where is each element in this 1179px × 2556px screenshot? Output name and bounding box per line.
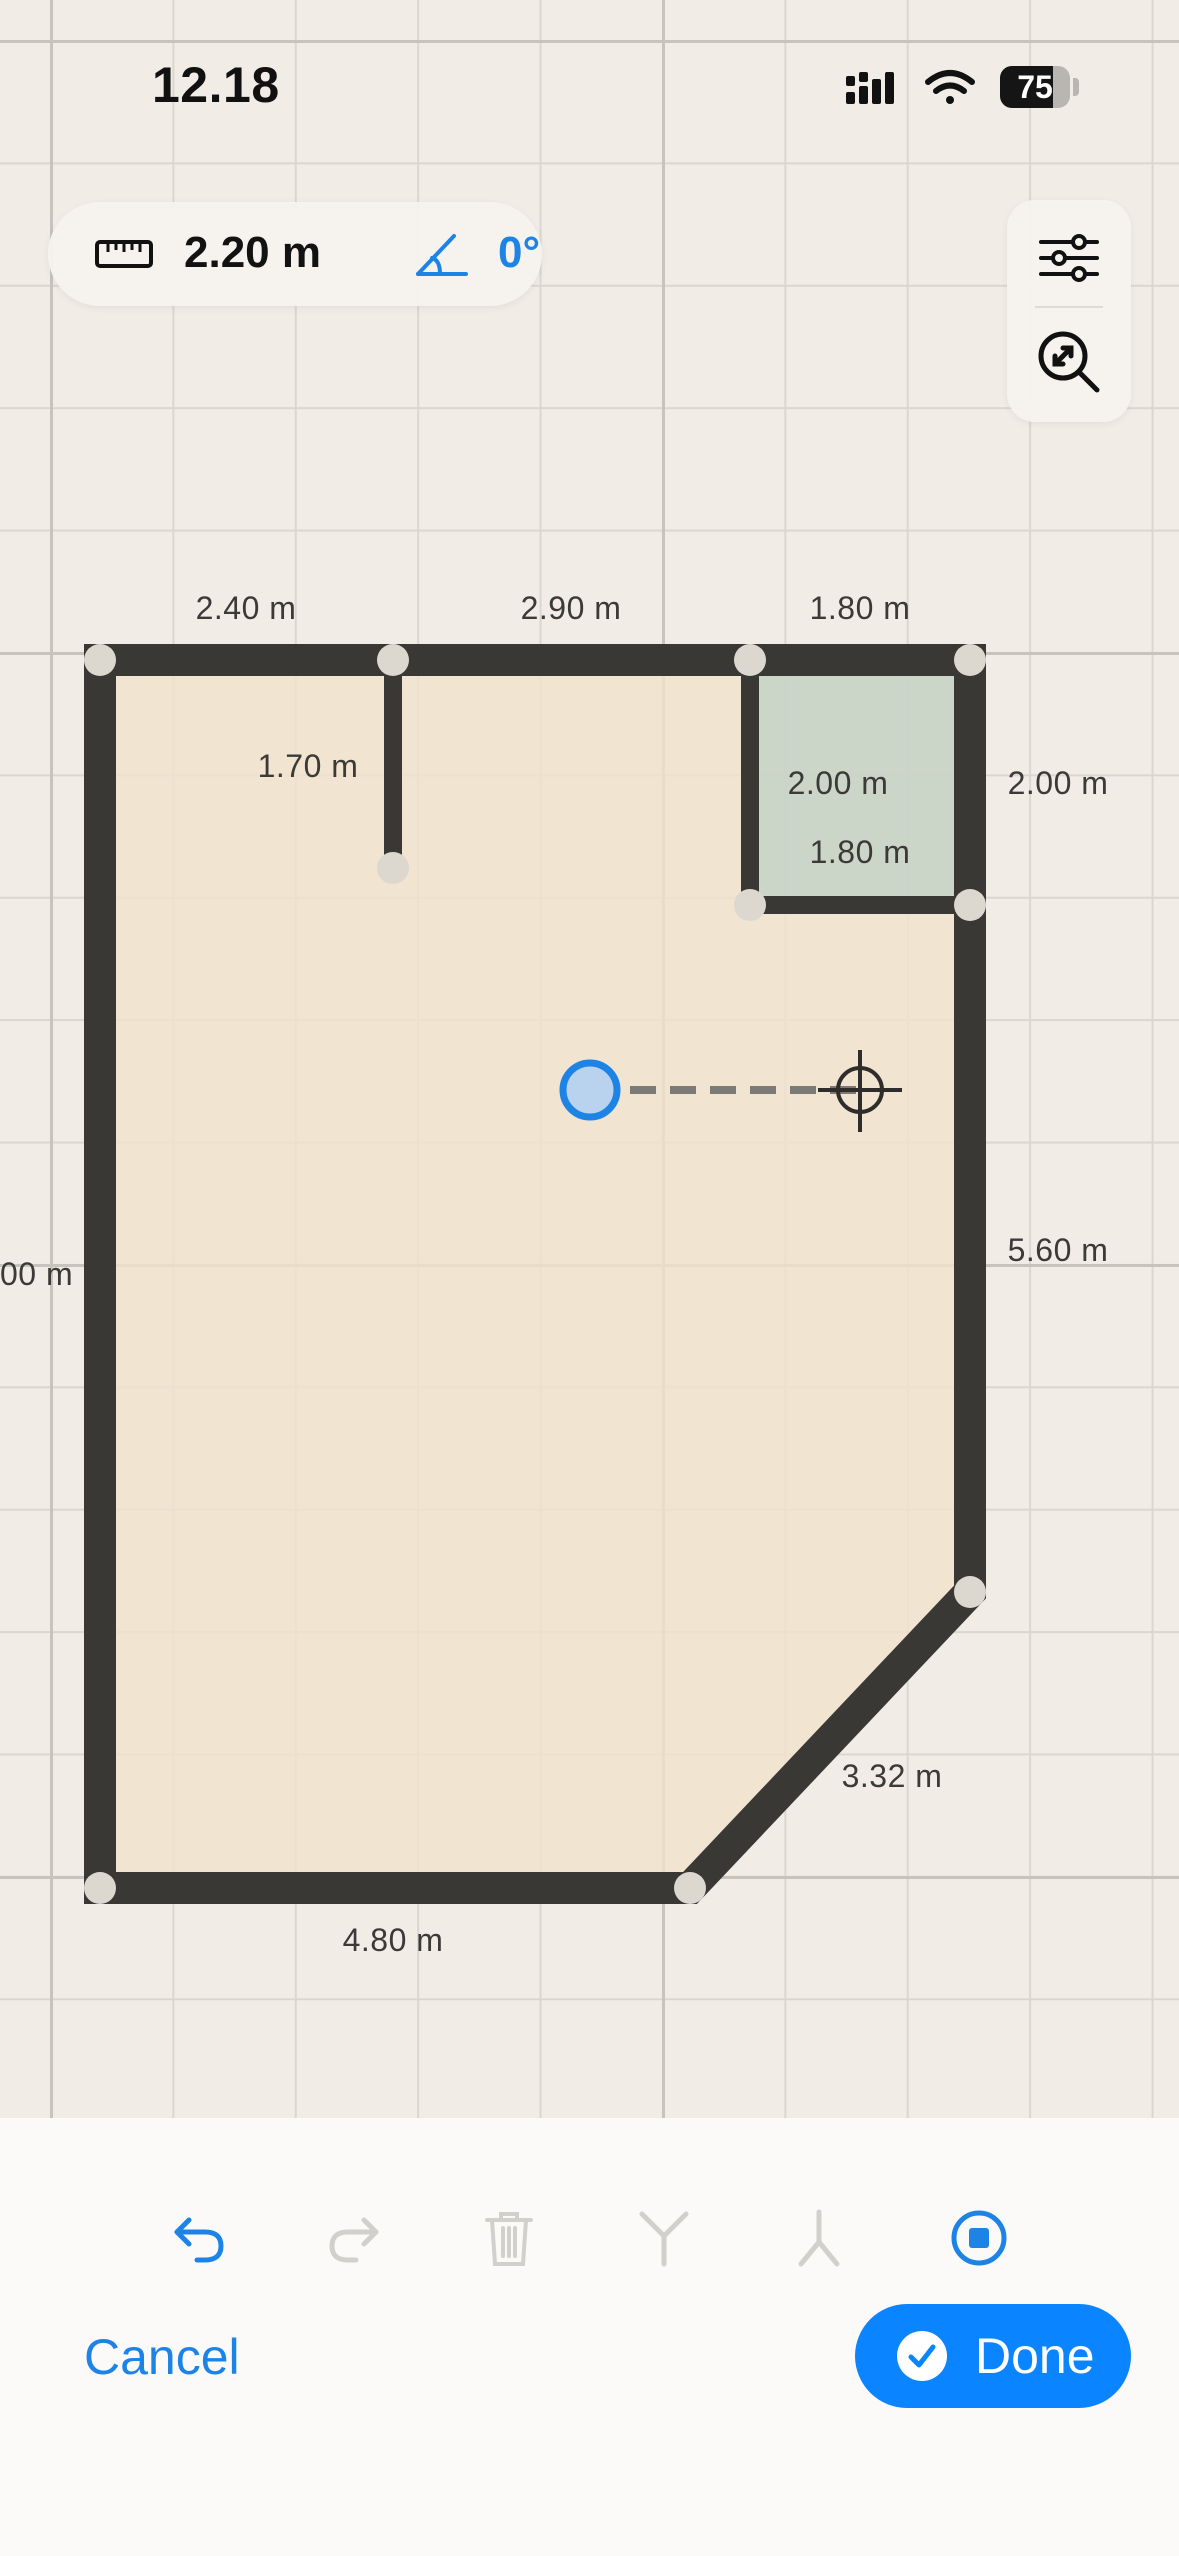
zoom-to-fit-icon[interactable] xyxy=(1029,322,1109,402)
wall-node[interactable] xyxy=(84,644,116,676)
dimension-label: 5.60 m xyxy=(1007,1232,1109,1268)
cancel-button[interactable]: Cancel xyxy=(84,2322,240,2392)
wall-node[interactable] xyxy=(377,852,409,884)
wall-node[interactable] xyxy=(734,644,766,676)
wall-node[interactable] xyxy=(954,1576,986,1608)
start-point-handle[interactable] xyxy=(559,1059,621,1121)
dimension-label: 1.80 m xyxy=(809,834,911,870)
wall-node[interactable] xyxy=(674,1872,706,1904)
wall-angle-value: 0° xyxy=(498,228,541,277)
wall-node[interactable] xyxy=(954,644,986,676)
status-icons xyxy=(846,70,975,104)
dimension-label: 3.32 m xyxy=(841,1758,943,1794)
battery-nub xyxy=(1073,78,1079,96)
dimension-label: 00 m xyxy=(0,1256,74,1292)
ruler-icon xyxy=(95,240,153,268)
done-button[interactable]: Done xyxy=(855,2304,1131,2408)
measurement-readout: 2.20 m 0° xyxy=(48,202,542,306)
stop-icon xyxy=(951,2210,1007,2266)
split-wall-icon xyxy=(639,2211,689,2267)
floor-plan-canvas[interactable]: 2.40 m 2.90 m 1.80 m 1.70 m 2.00 m 1.80 … xyxy=(0,0,1179,2118)
merge-button[interactable] xyxy=(759,2178,879,2298)
dimension-label: 2.40 m xyxy=(195,590,297,626)
done-label: Done xyxy=(975,2328,1095,2384)
canvas-tools-card xyxy=(1007,200,1131,422)
stop-drawing-button[interactable] xyxy=(919,2178,1039,2298)
angle-icon xyxy=(416,234,468,276)
wall-length-value: 2.20 m xyxy=(184,228,321,277)
redo-icon xyxy=(329,2217,379,2263)
trash-icon xyxy=(485,2212,533,2266)
wall-node[interactable] xyxy=(734,889,766,921)
status-time: 12.18 xyxy=(152,57,280,113)
dimension-label: 1.70 m xyxy=(257,748,359,784)
battery-icon: 75 xyxy=(1000,66,1070,108)
dimension-label: 1.80 m xyxy=(809,590,911,626)
undo-button[interactable] xyxy=(139,2178,259,2298)
cellular-signal-icon xyxy=(846,72,894,104)
dimension-label: 4.80 m xyxy=(342,1922,444,1958)
checkmark-icon xyxy=(897,2331,947,2381)
tool-divider xyxy=(1035,306,1103,308)
dimension-label: 2.90 m xyxy=(520,590,622,626)
dimension-label: 2.00 m xyxy=(787,765,889,801)
wall-node[interactable] xyxy=(84,1872,116,1904)
split-wall-button[interactable] xyxy=(604,2178,724,2298)
wall-node[interactable] xyxy=(377,644,409,676)
delete-button[interactable] xyxy=(449,2178,569,2298)
floor-plan[interactable] xyxy=(0,0,1179,2118)
sliders-icon[interactable] xyxy=(1029,218,1109,298)
wifi-icon xyxy=(925,70,975,104)
redo-button[interactable] xyxy=(294,2178,414,2298)
dimension-label: 2.00 m xyxy=(1007,765,1109,801)
undo-icon xyxy=(174,2217,224,2263)
battery-level: 75 xyxy=(1017,69,1053,105)
merge-icon xyxy=(798,2209,840,2267)
wall-node[interactable] xyxy=(954,889,986,921)
